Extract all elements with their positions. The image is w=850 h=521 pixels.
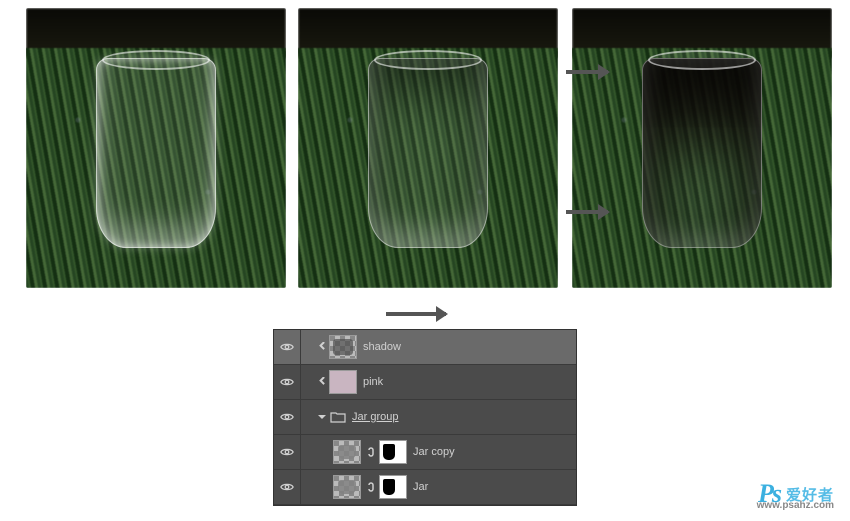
clip-mask-icon: [317, 342, 327, 352]
clip-mask-icon: [317, 377, 327, 387]
eye-icon: [280, 447, 294, 457]
eye-icon: [280, 342, 294, 352]
link-icon[interactable]: [367, 446, 375, 458]
annotation-arrow-top: [566, 70, 608, 74]
layer-thumbnail[interactable]: [333, 475, 361, 499]
layer-thumbnail[interactable]: [333, 440, 361, 464]
eye-icon: [280, 377, 294, 387]
visibility-toggle[interactable]: [274, 365, 301, 399]
layer-thumbnail[interactable]: [329, 370, 357, 394]
layer-mask-thumbnail[interactable]: [379, 475, 407, 499]
layer-name[interactable]: Jar: [413, 481, 428, 493]
eye-icon: [280, 482, 294, 492]
layer-name[interactable]: pink: [363, 376, 383, 388]
layer-name[interactable]: shadow: [363, 341, 401, 353]
step-image-2: [298, 8, 558, 288]
layer-name[interactable]: Jar copy: [413, 446, 455, 458]
layers-panel: shadow pink Jar grou: [274, 330, 576, 505]
visibility-toggle[interactable]: [274, 470, 301, 504]
layer-row-pink[interactable]: pink: [274, 365, 576, 400]
eye-icon: [280, 412, 294, 422]
layer-row-jar[interactable]: Jar: [274, 470, 576, 505]
layer-row-shadow[interactable]: shadow: [274, 330, 576, 365]
watermark-url: www.psahz.com: [757, 500, 834, 511]
annotation-arrow-bottom: [566, 210, 608, 214]
layer-mask-thumbnail[interactable]: [379, 440, 407, 464]
folder-icon: [330, 411, 346, 423]
chevron-down-icon: [317, 412, 327, 422]
watermark: Ps 爱好者 www.psahz.com: [758, 479, 834, 509]
visibility-toggle[interactable]: [274, 400, 301, 434]
layer-name[interactable]: Jar group: [352, 411, 398, 423]
layer-row-jar-copy[interactable]: Jar copy: [274, 435, 576, 470]
fold-toggle[interactable]: [317, 412, 327, 422]
step-image-3: [572, 8, 832, 288]
link-icon[interactable]: [367, 481, 375, 493]
layer-row-jar-group[interactable]: Jar group: [274, 400, 576, 435]
annotation-arrow-panel: [386, 312, 446, 316]
visibility-toggle[interactable]: [274, 435, 301, 469]
tutorial-canvas: shadow pink Jar grou: [0, 0, 850, 521]
layer-thumbnail[interactable]: [329, 335, 357, 359]
step-image-1: [26, 8, 286, 288]
visibility-toggle[interactable]: [274, 330, 301, 364]
